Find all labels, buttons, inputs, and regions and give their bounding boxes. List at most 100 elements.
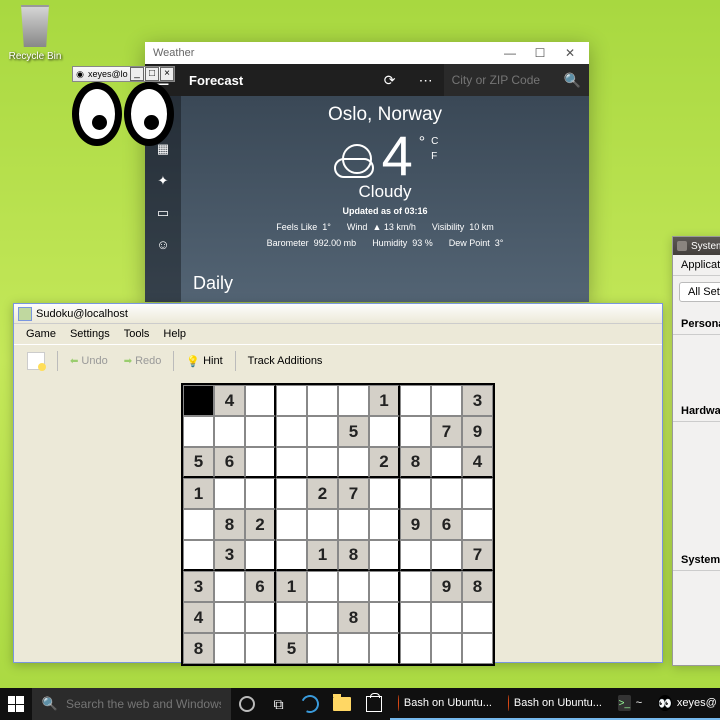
- printers-setting[interactable]: Print: [673, 486, 720, 544]
- sudoku-cell[interactable]: 2: [307, 478, 338, 509]
- new-game-button[interactable]: [20, 349, 52, 373]
- sudoku-cell[interactable]: [245, 602, 276, 633]
- sudoku-cell[interactable]: 2: [245, 509, 276, 540]
- feedback-icon[interactable]: ☺: [156, 237, 169, 252]
- hint-button[interactable]: 💡Hint: [179, 352, 229, 371]
- sudoku-cell[interactable]: [400, 571, 431, 602]
- sudoku-cell[interactable]: [431, 385, 462, 416]
- sudoku-cell[interactable]: [307, 571, 338, 602]
- sudoku-cell[interactable]: [276, 540, 307, 571]
- sudoku-cell[interactable]: 3: [183, 571, 214, 602]
- sudoku-cell[interactable]: [462, 478, 493, 509]
- trends-icon[interactable]: ✦: [158, 173, 169, 189]
- sudoku-cell[interactable]: [431, 540, 462, 571]
- sudoku-cell[interactable]: [400, 602, 431, 633]
- xeyes-close[interactable]: ×: [160, 67, 174, 81]
- taskbar-app-bash-2[interactable]: Bash on Ubuntu...: [500, 688, 610, 720]
- sudoku-cell[interactable]: 4: [462, 447, 493, 478]
- menu-game[interactable]: Game: [20, 326, 62, 342]
- sudoku-cell[interactable]: [245, 416, 276, 447]
- menu-tools[interactable]: Tools: [118, 326, 156, 342]
- unit-f[interactable]: F: [431, 149, 438, 164]
- sudoku-cell[interactable]: 6: [245, 571, 276, 602]
- sudoku-cell[interactable]: [276, 385, 307, 416]
- search-icon[interactable]: 🔍: [564, 72, 581, 89]
- sudoku-cell[interactable]: 8: [338, 540, 369, 571]
- xeyes-titlebar[interactable]: ◉ xeyes@lo _ □ ×: [72, 66, 175, 82]
- minimize-button[interactable]: —: [495, 42, 525, 64]
- menu-help[interactable]: Help: [157, 326, 192, 342]
- sudoku-cell[interactable]: [307, 385, 338, 416]
- sudoku-cell[interactable]: [462, 509, 493, 540]
- sudoku-cell[interactable]: [431, 633, 462, 664]
- close-button[interactable]: ✕: [555, 42, 585, 64]
- bluetooth-setting[interactable]: ⌵Blueto: [673, 422, 720, 486]
- sudoku-cell[interactable]: [307, 602, 338, 633]
- sudoku-cell[interactable]: [276, 509, 307, 540]
- sudoku-cell[interactable]: 9: [431, 571, 462, 602]
- cortana-button[interactable]: [231, 688, 263, 720]
- sudoku-cell[interactable]: 4: [183, 602, 214, 633]
- explorer-button[interactable]: [326, 688, 358, 720]
- sudoku-cell[interactable]: 2: [369, 447, 400, 478]
- undo-button[interactable]: ⬅Undo: [63, 352, 115, 370]
- store-button[interactable]: [358, 688, 390, 720]
- sudoku-cell[interactable]: [400, 540, 431, 571]
- datetime-setting[interactable]: Date &: [673, 571, 720, 635]
- edge-button[interactable]: [295, 688, 327, 720]
- sudoku-cell[interactable]: 5: [276, 633, 307, 664]
- sudoku-cell[interactable]: [245, 540, 276, 571]
- sudoku-cell[interactable]: [183, 385, 214, 416]
- sudoku-cell[interactable]: 8: [183, 633, 214, 664]
- sudoku-cell[interactable]: 7: [462, 540, 493, 571]
- sudoku-cell[interactable]: [369, 416, 400, 447]
- sudoku-cell[interactable]: [245, 385, 276, 416]
- sudoku-cell[interactable]: [245, 478, 276, 509]
- sudoku-cell[interactable]: [431, 447, 462, 478]
- sudoku-cell[interactable]: [183, 540, 214, 571]
- sudoku-cell[interactable]: [307, 633, 338, 664]
- recycle-bin[interactable]: Recycle Bin: [5, 5, 65, 62]
- sudoku-cell[interactable]: 5: [338, 416, 369, 447]
- sudoku-cell[interactable]: [369, 571, 400, 602]
- sudoku-cell[interactable]: [276, 478, 307, 509]
- taskbar-app-terminal[interactable]: >_~: [610, 688, 650, 720]
- sudoku-cell[interactable]: 7: [338, 478, 369, 509]
- sudoku-cell[interactable]: 1: [183, 478, 214, 509]
- sudoku-cell[interactable]: [338, 447, 369, 478]
- sudoku-cell[interactable]: [369, 509, 400, 540]
- sudoku-cell[interactable]: [400, 416, 431, 447]
- sudoku-cell[interactable]: [338, 571, 369, 602]
- sudoku-cell[interactable]: 9: [462, 416, 493, 447]
- sudoku-cell[interactable]: 5: [183, 447, 214, 478]
- news-icon[interactable]: ▭: [157, 205, 169, 221]
- taskbar-search-input[interactable]: [66, 697, 221, 711]
- sudoku-cell[interactable]: [276, 416, 307, 447]
- sudoku-cell[interactable]: [307, 416, 338, 447]
- sudoku-cell[interactable]: [338, 509, 369, 540]
- task-view-button[interactable]: ⧉: [263, 688, 295, 720]
- sudoku-cell[interactable]: 8: [400, 447, 431, 478]
- sudoku-cell[interactable]: [400, 633, 431, 664]
- sudoku-cell[interactable]: [431, 478, 462, 509]
- sudoku-cell[interactable]: [369, 602, 400, 633]
- sudoku-cell[interactable]: [462, 602, 493, 633]
- sudoku-cell[interactable]: 8: [214, 509, 245, 540]
- start-button[interactable]: [0, 688, 32, 720]
- background-setting[interactable]: Backgr: [673, 335, 720, 395]
- sudoku-cell[interactable]: [214, 571, 245, 602]
- sudoku-cell[interactable]: 8: [338, 602, 369, 633]
- xeyes-minimize[interactable]: _: [130, 67, 144, 81]
- sudoku-cell[interactable]: [400, 478, 431, 509]
- sudoku-cell[interactable]: [307, 447, 338, 478]
- taskbar-app-bash-1[interactable]: Bash on Ubuntu...: [390, 688, 500, 720]
- sudoku-cell[interactable]: [338, 385, 369, 416]
- unit-c[interactable]: C: [431, 134, 438, 149]
- sudoku-cell[interactable]: 3: [462, 385, 493, 416]
- sudoku-cell[interactable]: [245, 633, 276, 664]
- sudoku-cell[interactable]: [214, 633, 245, 664]
- sudoku-cell[interactable]: 1: [369, 385, 400, 416]
- sudoku-cell[interactable]: [462, 633, 493, 664]
- sudoku-cell[interactable]: 1: [307, 540, 338, 571]
- refresh-icon[interactable]: ⟳: [372, 72, 408, 89]
